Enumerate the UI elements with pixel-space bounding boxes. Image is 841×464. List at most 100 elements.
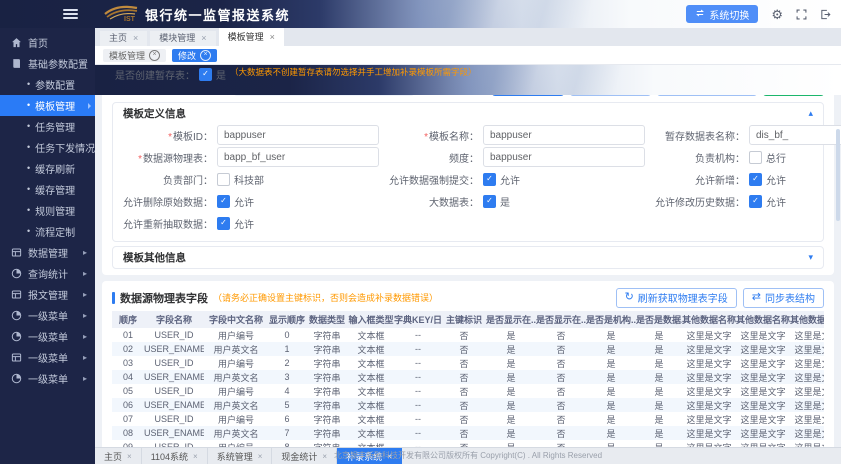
table-cell: 是 <box>486 328 536 342</box>
collapse-arrow-icon[interactable]: ▴ <box>808 108 813 119</box>
table-row[interactable]: 04USER_ENAME用户英文名3字符串文本框--否是否是是这里是文字这里是文… <box>112 370 824 384</box>
temp-table-name-field[interactable] <box>749 125 841 145</box>
table-cell: 07 <box>112 412 144 426</box>
sidebar-item-report-mgmt[interactable]: 报文管理▸ <box>0 284 95 305</box>
fullscreen-icon[interactable] <box>796 9 807 20</box>
chevron-right-icon: ▸ <box>83 290 87 299</box>
tab-label: 主页 <box>104 450 122 463</box>
table-cell: -- <box>394 328 442 342</box>
table-cell: 是 <box>486 398 536 412</box>
sidebar-item-query-stats[interactable]: 查询统计▸ <box>0 263 95 284</box>
field-label: 允许数据强制提交： <box>379 172 479 187</box>
table-row[interactable]: 06USER_ENAME用户英文名5字符串文本框--否是否是是这里是文字这里是文… <box>112 398 824 412</box>
template-id-field[interactable] <box>217 125 379 145</box>
expand-arrow-icon[interactable]: ▾ <box>808 252 813 263</box>
allow-re-extract-checkbox[interactable]: ✓ <box>217 217 230 230</box>
sidebar-item-cache-refresh[interactable]: •缓存刷新 <box>0 158 95 179</box>
sidebar-item-level1-menu-3[interactable]: 一级菜单▸ <box>0 347 95 368</box>
sidebar-item-data-mgmt[interactable]: 数据管理▸ <box>0 242 95 263</box>
close-icon[interactable]: × <box>193 452 198 461</box>
field-label: 暂存数据表名称： <box>645 128 745 143</box>
table-cell: 是 <box>636 342 682 356</box>
big-data-table-checkbox[interactable]: ✓ <box>483 195 496 208</box>
fields-card: 数据源物理表字段 （请务必正确设置主键标识，否则会造成补录数据错误） ↻刷新获取… <box>102 281 834 448</box>
close-icon[interactable]: × <box>270 28 275 46</box>
bottom-tab-1104-system[interactable]: 1104系统× <box>142 448 208 464</box>
sidebar-item-template-mgmt[interactable]: •模板管理 <box>0 95 95 116</box>
bullet-icon: • <box>27 206 30 215</box>
close-icon[interactable]: × <box>133 31 138 46</box>
close-icon[interactable]: × <box>322 452 327 461</box>
close-icon[interactable]: × <box>258 452 263 461</box>
crumb-template-mgmt[interactable]: 模板管理× <box>103 49 166 62</box>
logout-icon[interactable] <box>820 9 831 20</box>
table-cell: 这里是文字 <box>736 412 790 426</box>
template-name-field[interactable] <box>483 125 645 145</box>
tab-module-mgmt[interactable]: 模块管理× <box>150 31 215 46</box>
table-row[interactable]: 02USER_ENAME用户英文名1字符串文本框--否是否是是这里是文字这里是文… <box>112 342 824 356</box>
table-row[interactable]: 01USER_ID用户编号0字符串文本框--否是否是是这里是文字这里是文字这里是… <box>112 328 824 342</box>
table-cell: 用户编号 <box>204 328 268 342</box>
button-label: 刷新获取物理表字段 <box>638 290 728 305</box>
datasource-table-field[interactable] <box>217 147 379 167</box>
allow-add-checkbox-row: 允许新增：✓允许 <box>645 168 841 190</box>
table-cell: 否 <box>536 356 586 370</box>
checkbox-label: 允许 <box>500 172 520 187</box>
table-row[interactable]: 05USER_ID用户编号4字符串文本框--否是否是是这里是文字这里是文字这里是… <box>112 384 824 398</box>
close-icon[interactable]: × <box>127 452 132 461</box>
chevron-right-icon: ▸ <box>83 374 87 383</box>
bottom-tab-cash-stats[interactable]: 现金统计× <box>272 448 337 464</box>
frequency-field[interactable] <box>483 147 645 167</box>
responsible-dept-checkbox[interactable] <box>217 173 230 186</box>
close-icon[interactable]: × <box>201 31 206 46</box>
table-cell: 是 <box>636 370 682 384</box>
allow-delete-original-checkbox[interactable]: ✓ <box>217 195 230 208</box>
allow-edit-history-checkbox[interactable]: ✓ <box>749 195 762 208</box>
table-cell: 这里是文字 <box>682 384 736 398</box>
table-row[interactable]: 03USER_ID用户编号2字符串文本框--否是否是是这里是文字这里是文字这里是… <box>112 356 824 370</box>
column-header: 主键标识 <box>442 311 486 328</box>
bottom-tab-home[interactable]: 主页 × <box>95 448 142 464</box>
table-cell: 否 <box>442 412 486 426</box>
hamburger-menu-icon[interactable] <box>63 9 78 21</box>
allow-add-checkbox[interactable]: ✓ <box>749 173 762 186</box>
bottom-tab-system-mgmt[interactable]: 系统管理× <box>208 448 273 464</box>
sidebar-item-process-custom[interactable]: •流程定制 <box>0 221 95 242</box>
table-row[interactable]: 07USER_ID用户编号6字符串文本框--否是否是是这里是文字这里是文字这里是… <box>112 412 824 426</box>
table-cell: 这里是文字 <box>736 426 790 440</box>
gear-icon[interactable]: ⚙ <box>771 8 783 21</box>
circle-close-icon[interactable]: × <box>149 50 160 61</box>
checkbox-label: 总行 <box>766 150 786 165</box>
refresh-fields-button[interactable]: ↻刷新获取物理表字段 <box>616 288 737 308</box>
sidebar-item-level1-menu-2[interactable]: 一级菜单▸ <box>0 326 95 347</box>
required-star: * <box>424 132 428 143</box>
force-submit-checkbox[interactable]: ✓ <box>483 173 496 186</box>
tab-template-mgmt[interactable]: 模板管理× <box>219 28 284 46</box>
table-row[interactable]: 08USER_ENAME用户英文名7字符串文本框--否是否是是这里是文字这里是文… <box>112 426 824 440</box>
table-cell: 否 <box>442 398 486 412</box>
sidebar-item-home[interactable]: 首页 <box>0 32 95 53</box>
sidebar-item-rule-mgmt[interactable]: •规则管理 <box>0 200 95 221</box>
page-scrollbar[interactable] <box>836 103 840 444</box>
fields-header: 数据源物理表字段 （请务必正确设置主键标识，否则会造成补录数据错误） ↻刷新获取… <box>112 285 824 310</box>
button-label: 同步表结构 <box>765 290 815 305</box>
responsible-org-checkbox[interactable] <box>749 151 762 164</box>
table-cell: 否 <box>536 412 586 426</box>
system-switch-button[interactable]: 系统切换 <box>686 5 758 23</box>
table-cell: -- <box>394 342 442 356</box>
page-scrollbar-thumb[interactable] <box>836 129 840 221</box>
crumb-edit[interactable]: 修改× <box>172 49 217 62</box>
sidebar-item-task-dispatch-status[interactable]: •任务下发情况 <box>0 137 95 158</box>
sidebar-item-level1-menu-1[interactable]: 一级菜单▸ <box>0 305 95 326</box>
table-cell: 这里是文字 <box>790 370 824 384</box>
sidebar-item-cache-mgmt[interactable]: •缓存管理 <box>0 179 95 200</box>
sidebar-item-task-mgmt[interactable]: •任务管理 <box>0 116 95 137</box>
sidebar-item-level1-menu-4[interactable]: 一级菜单▸ <box>0 368 95 389</box>
sidebar-item-param-config[interactable]: •参数配置 <box>0 74 95 95</box>
sidebar-item-base-param-config[interactable]: 基础参数配置▾ <box>0 53 95 74</box>
field-label: *模板名称： <box>379 128 479 143</box>
tab-home[interactable]: 主页× <box>100 31 147 46</box>
sync-structure-button[interactable]: ⇄同步表结构 <box>743 288 824 308</box>
create-temp-table-checkbox[interactable]: ✓ <box>199 68 212 81</box>
circle-close-icon[interactable]: × <box>200 50 211 61</box>
